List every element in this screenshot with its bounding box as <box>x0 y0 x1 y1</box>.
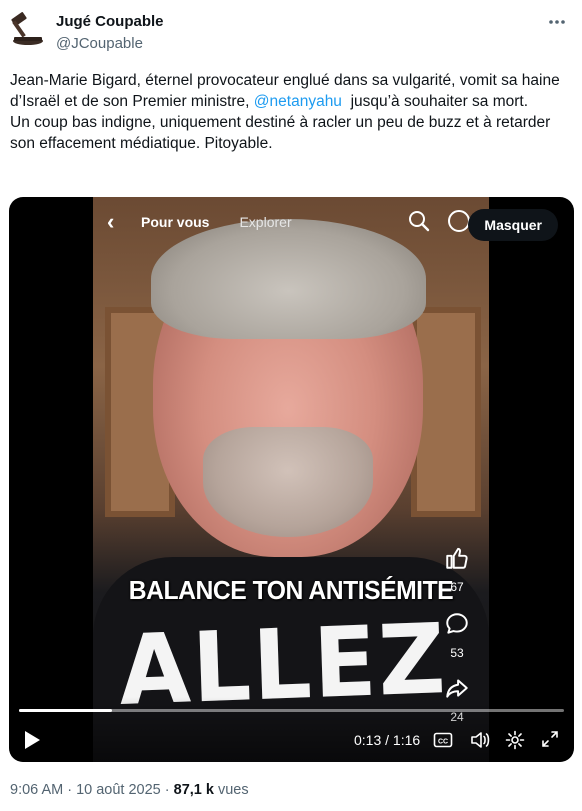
views-count: 87,1 k <box>173 782 214 798</box>
tweet-text-line2: Un coup bas indigne, uniquement destiné … <box>10 114 551 152</box>
profile-icon <box>447 209 471 236</box>
tab-pour-vous: Pour vous <box>141 214 210 230</box>
fullscreen-icon[interactable] <box>541 730 559 753</box>
time-total: 1:16 <box>392 732 421 748</box>
play-icon[interactable] <box>23 730 41 755</box>
comment-icon <box>446 613 468 634</box>
gavel-icon <box>11 12 43 45</box>
author-name[interactable]: Jugé Coupable <box>56 12 164 32</box>
tweet-text-part2: jusqu’à souhaiter sa mort. <box>350 93 529 110</box>
volume-icon[interactable] <box>469 730 491 755</box>
tweet: Jugé Coupable @JCoupable Jean-Marie Biga… <box>0 0 582 811</box>
author-handle[interactable]: @JCoupable <box>56 34 164 54</box>
comment-action: 53 <box>439 611 475 660</box>
mention-link[interactable]: @netanyahu <box>254 93 342 110</box>
like-action: 67 <box>439 545 475 594</box>
video-player[interactable]: ‹ Pour vous Explorer BALANCE TON ANTISÉM… <box>9 197 574 762</box>
settings-gear-icon[interactable] <box>505 730 525 755</box>
person-beard <box>203 427 373 537</box>
time-current: 0:13 <box>354 732 382 748</box>
tweet-text: Jean-Marie Bigard, éternel provocateur e… <box>10 70 572 154</box>
timestamp[interactable]: 9:06 AM · 10 août 2025 · <box>10 782 174 798</box>
progress-fill <box>19 709 113 712</box>
search-icon <box>407 209 431 236</box>
svg-text:CC: CC <box>438 739 448 746</box>
video-time: 0:13 / 1:16 <box>354 732 421 748</box>
player-controls: 0:13 / 1:16 CC <box>9 697 574 762</box>
comment-count: 53 <box>450 646 464 660</box>
thumbs-up-icon <box>446 547 468 569</box>
like-count: 67 <box>450 580 464 594</box>
tiktok-topbar: ‹ Pour vous Explorer <box>93 207 489 237</box>
avatar[interactable] <box>6 10 46 50</box>
more-icon[interactable] <box>548 12 566 26</box>
views-label: vues <box>213 782 249 798</box>
person-hair <box>151 219 426 339</box>
chevron-left-icon: ‹ <box>107 209 115 234</box>
video-frame: ‹ Pour vous Explorer BALANCE TON ANTISÉM… <box>93 197 489 762</box>
tweet-footer: 9:06 AM · 10 août 2025 · 87,1 k vues <box>10 782 249 798</box>
hide-button[interactable]: Masquer <box>468 209 558 241</box>
video-caption: BALANCE TON ANTISÉMITE <box>128 575 454 605</box>
progress-bar[interactable] <box>19 709 564 712</box>
tab-explorer: Explorer <box>239 214 292 230</box>
closed-captions-icon[interactable]: CC <box>433 730 453 755</box>
